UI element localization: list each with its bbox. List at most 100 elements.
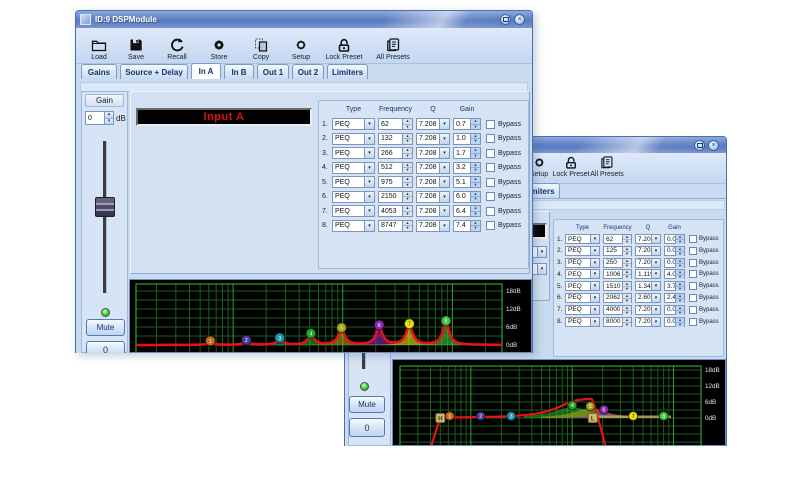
q-combo[interactable]: 7.208▾ [416, 147, 450, 159]
recall-button[interactable]: Recall [156, 37, 198, 63]
frequency-input[interactable]: 2062▴▾ [603, 293, 632, 303]
bypass-checkbox[interactable] [689, 247, 697, 255]
spinner-buttons[interactable]: ▴▾ [622, 318, 631, 326]
bypass-checkbox[interactable] [689, 306, 697, 314]
q-combo[interactable]: 7.208▾ [635, 246, 661, 256]
filter-type-combo[interactable]: PEQ▾ [565, 246, 600, 256]
gain-input[interactable]: 6.4▴▾ [453, 205, 481, 217]
spinner-buttons[interactable]: ▴▾ [470, 163, 480, 173]
spinner-buttons[interactable]: ▴▾ [675, 306, 684, 314]
gain-input[interactable]: 4.0▴▾ [664, 269, 685, 279]
chevron-down-icon[interactable]: ▾ [439, 221, 449, 231]
filter-type-combo[interactable]: PEQ▾ [332, 133, 375, 145]
bypass-checkbox[interactable] [689, 282, 697, 290]
close-button[interactable]: × [708, 140, 719, 151]
spinner-buttons[interactable]: ▴▾ [402, 177, 412, 187]
q-combo[interactable]: 7.208▾ [416, 205, 450, 217]
q-combo[interactable]: 2.607▾ [635, 293, 661, 303]
chevron-down-icon[interactable]: ▾ [364, 192, 374, 202]
gain-slider-handle[interactable] [95, 197, 115, 217]
spinner-buttons[interactable]: ▴▾ [470, 134, 480, 144]
chevron-down-icon[interactable]: ▾ [364, 148, 374, 158]
filter-type-combo[interactable]: PEQ▾ [332, 220, 375, 232]
bypass-checkbox[interactable] [486, 221, 495, 230]
spinner-buttons[interactable]: ▴▾ [622, 306, 631, 314]
spinner-buttons[interactable]: ▴▾ [402, 192, 412, 202]
band-marker-5[interactable]: 5 [337, 323, 347, 333]
spinner-buttons[interactable]: ▴▾ [675, 270, 684, 278]
q-combo[interactable]: 7.208▾ [635, 317, 661, 327]
q-combo[interactable]: 7.208▾ [416, 176, 450, 188]
lock-preset-button[interactable]: Lock Preset [320, 37, 368, 63]
band-marker-5[interactable]: 5 [586, 402, 595, 411]
chevron-down-icon[interactable]: ▾ [364, 119, 374, 129]
gain-input[interactable]: 5.1▴▾ [453, 176, 481, 188]
gain-value-input[interactable]: 0 [85, 111, 105, 125]
spinner-buttons[interactable]: ▴▾ [675, 318, 684, 326]
spinner-buttons[interactable]: ▴▾ [470, 119, 480, 129]
band-marker-2[interactable]: 2 [476, 412, 485, 421]
frequency-input[interactable]: 132▴▾ [378, 133, 413, 145]
q-combo[interactable]: 7.208▾ [416, 118, 450, 130]
setup-button[interactable]: Setup [282, 37, 320, 63]
frequency-input[interactable]: 2150▴▾ [378, 191, 413, 203]
chevron-down-icon[interactable]: ▾ [439, 148, 449, 158]
gain-input[interactable]: 1.0▴▾ [453, 133, 481, 145]
spinner-buttons[interactable]: ▴▾ [622, 270, 631, 278]
chevron-down-icon[interactable]: ▾ [651, 247, 660, 255]
chevron-down-icon[interactable]: ▾ [590, 259, 599, 267]
lpf-handle[interactable]: L [588, 414, 597, 423]
spinner-buttons[interactable]: ▴▾ [470, 148, 480, 158]
q-combo[interactable]: 1.119▾ [635, 269, 661, 279]
chevron-down-icon[interactable]: ▾ [439, 163, 449, 173]
bypass-checkbox[interactable] [689, 270, 697, 278]
tab-source-delay[interactable]: Source + Delay [120, 64, 188, 79]
mute-button[interactable]: Mute [86, 319, 125, 336]
chevron-down-icon[interactable]: ▾ [590, 294, 599, 302]
chevron-down-icon[interactable]: ▾ [651, 294, 660, 302]
band-marker-7[interactable]: 7 [629, 412, 638, 421]
filter-type-combo[interactable]: PEQ▾ [332, 191, 375, 203]
chevron-down-icon[interactable]: ▾ [439, 206, 449, 216]
polarity-button[interactable]: 0 [86, 341, 125, 353]
chevron-down-icon[interactable]: ▾ [590, 306, 599, 314]
frequency-input[interactable]: 8000▴▾ [603, 317, 632, 327]
bypass-checkbox[interactable] [486, 134, 495, 143]
q-combo[interactable]: 7.208▾ [416, 162, 450, 174]
band-marker-3[interactable]: 3 [275, 333, 285, 343]
gain-input[interactable]: 0.0▴▾ [664, 317, 685, 327]
spinner-buttons[interactable]: ▴▾ [622, 259, 631, 267]
band-marker-1[interactable]: 1 [445, 412, 454, 421]
eq-graph[interactable]: 1234567818dB12dB6dB0dB [130, 280, 531, 352]
polarity-button[interactable]: 0 [349, 418, 385, 437]
filter-type-combo[interactable]: PEQ▾ [332, 205, 375, 217]
q-combo[interactable]: 7.208▾ [416, 191, 450, 203]
band-marker-3[interactable]: 3 [507, 412, 516, 421]
all-presets-button[interactable]: All Presets [590, 155, 623, 178]
spinner-buttons[interactable]: ▴▾ [402, 119, 412, 129]
filter-type-combo[interactable]: PEQ▾ [565, 281, 600, 291]
frequency-input[interactable]: 1006▴▾ [603, 269, 632, 279]
gain-input[interactable]: 6.0▴▾ [453, 191, 481, 203]
chevron-down-icon[interactable]: ▾ [364, 134, 374, 144]
chevron-down-icon[interactable]: ▾ [537, 247, 546, 257]
chevron-down-icon[interactable]: ▾ [590, 282, 599, 290]
chevron-down-icon[interactable]: ▾ [364, 221, 374, 231]
spinner-buttons[interactable]: ▴▾ [470, 221, 480, 231]
gain-spinbox[interactable]: 0 ▴▾ dB [85, 111, 126, 125]
chevron-down-icon[interactable]: ▾ [590, 235, 599, 243]
gain-input[interactable]: 1.7▴▾ [453, 147, 481, 159]
gain-input[interactable]: 3.7▴▾ [664, 281, 685, 291]
tab-gains[interactable]: Gains [81, 64, 117, 79]
bypass-checkbox[interactable] [486, 163, 495, 172]
chevron-down-icon[interactable]: ▾ [590, 270, 599, 278]
filter-type-combo[interactable]: PEQ▾ [565, 293, 600, 303]
frequency-input[interactable]: 250▴▾ [603, 258, 632, 268]
band-marker-2[interactable]: 2 [241, 335, 251, 345]
spinner-buttons[interactable]: ▴▾ [622, 282, 631, 290]
gain-input[interactable]: 0.0▴▾ [664, 234, 685, 244]
chevron-down-icon[interactable]: ▾ [439, 119, 449, 129]
spinner-buttons[interactable]: ▴▾ [402, 206, 412, 216]
chevron-down-icon[interactable]: ▾ [364, 163, 374, 173]
filter-type-combo[interactable]: PEQ▾ [565, 317, 600, 327]
